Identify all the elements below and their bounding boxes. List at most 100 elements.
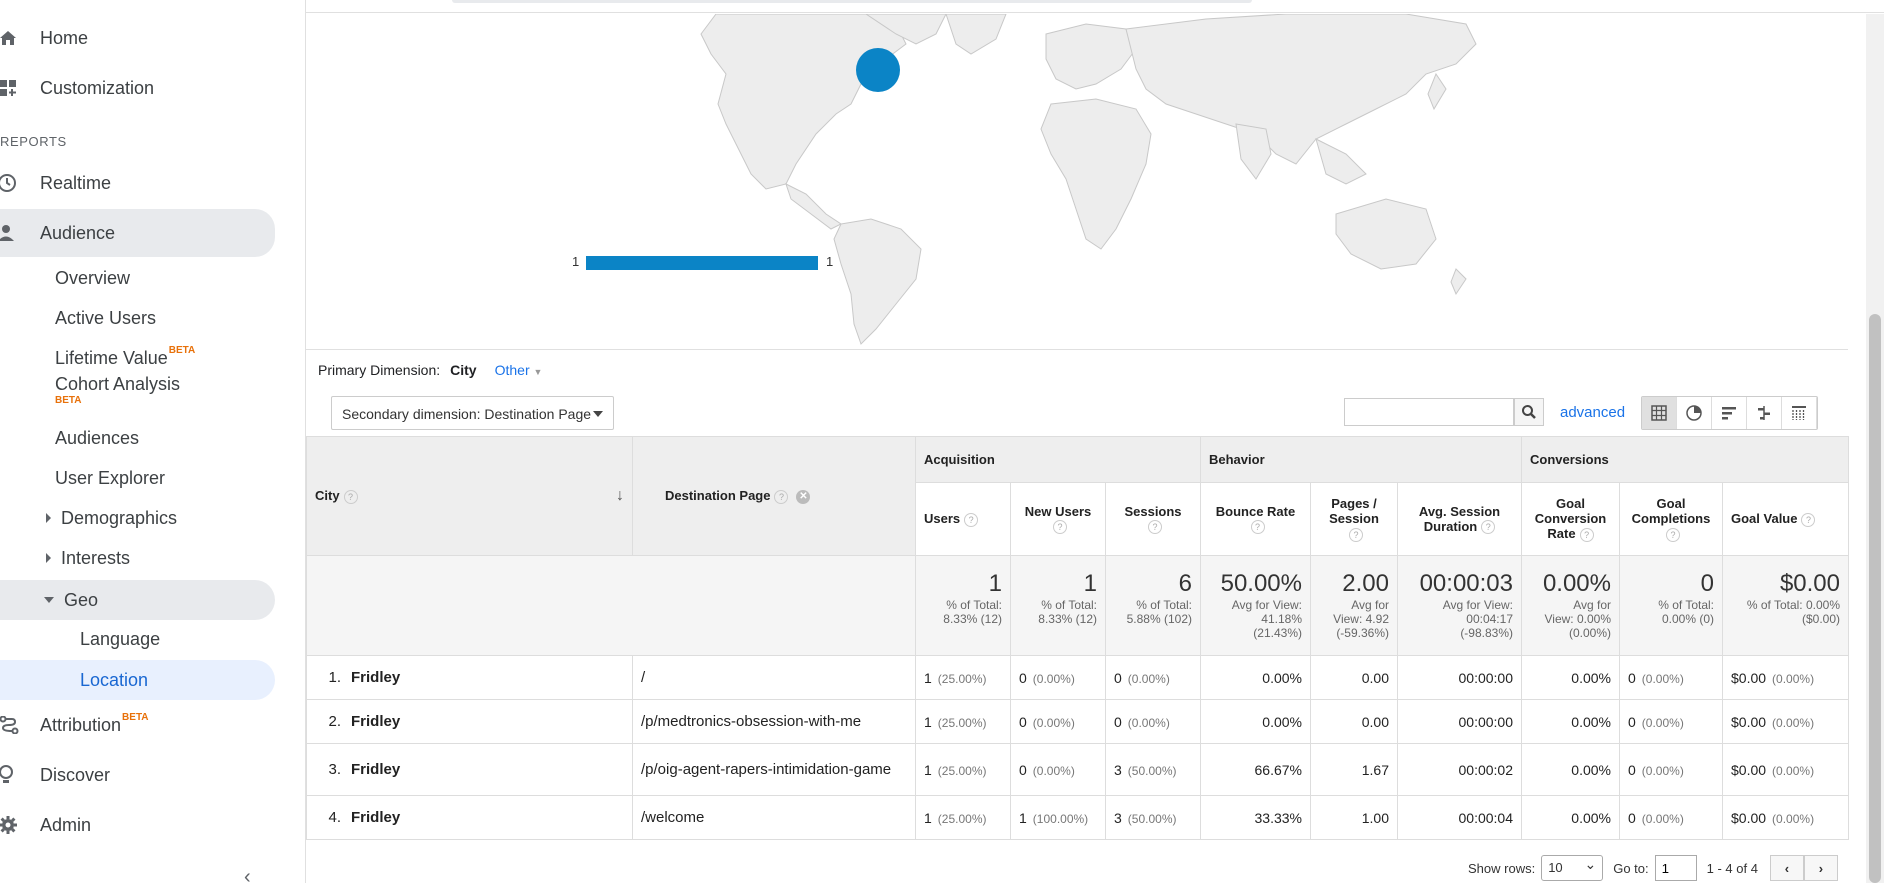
help-icon[interactable]: ? (1053, 520, 1067, 535)
primary-dimension-other[interactable]: Other ▼ (495, 362, 543, 378)
help-icon[interactable]: ? (964, 512, 979, 527)
performance-view-button[interactable] (1712, 397, 1747, 429)
city-cell[interactable]: 4. Fridley (306, 795, 633, 840)
goal-completions-cell: 0 (0.00%) (1619, 743, 1723, 796)
geo-map[interactable]: 1 1 (306, 13, 1848, 350)
destination-column-header[interactable]: Destination Page? ✕ (632, 436, 916, 556)
destination-cell[interactable]: /p/oig-agent-rapers-intimidation-game (632, 743, 916, 796)
city-link[interactable]: Fridley (351, 713, 400, 730)
goal-conversion-column-header[interactable]: Goal Conversion Rate? (1521, 482, 1620, 556)
primary-dimension-city[interactable]: City (450, 362, 476, 378)
scrollbar-thumb[interactable] (1869, 314, 1881, 883)
acquisition-group-header: Acquisition (915, 436, 1201, 483)
totals-label-cell (306, 555, 916, 656)
nav-location[interactable]: Location (0, 660, 275, 700)
table-row[interactable]: 4. Fridley /welcome 1 (25.00%) 1 (100.00%) … (306, 795, 1849, 840)
users-column-header[interactable]: Users? (915, 482, 1011, 556)
next-page-button[interactable]: › (1803, 855, 1838, 881)
nav-home[interactable]: Home (0, 18, 275, 58)
goal-completions-cell: 0 (0.00%) (1619, 795, 1723, 840)
city-link[interactable]: Fridley (351, 809, 400, 826)
location-bubble[interactable] (856, 48, 900, 92)
nav-audience[interactable]: Audience (0, 209, 275, 257)
nav-discover[interactable]: Discover (0, 755, 275, 795)
remove-dimension-icon[interactable]: ✕ (796, 489, 811, 504)
destination-page-link[interactable]: /p/medtronics-obsession-with-me (641, 713, 861, 730)
help-icon[interactable]: ? (343, 489, 358, 504)
nav-demographics[interactable]: Demographics (46, 500, 177, 536)
sessions-column-header[interactable]: Sessions? (1105, 482, 1201, 556)
city-cell[interactable]: 3. Fridley (306, 743, 633, 796)
nav-interests[interactable]: Interests (46, 540, 130, 576)
help-icon[interactable]: ? (1481, 520, 1496, 535)
comparison-view-button[interactable] (1747, 397, 1782, 429)
page-scrollbar[interactable] (1866, 14, 1884, 883)
goal-conversion-cell: 0.00% (1521, 699, 1620, 744)
destination-cell[interactable]: / (632, 655, 916, 700)
nav-overview[interactable]: Overview (55, 260, 130, 296)
sessions-cell: 0 (0.00%) (1105, 655, 1201, 700)
gear-icon (0, 815, 40, 835)
nav-cohort-analysis[interactable]: Cohort Analysis BETA (55, 374, 180, 414)
new-users-cell: 0 (0.00%) (1010, 655, 1106, 700)
destination-cell[interactable]: /welcome (632, 795, 916, 840)
city-column-header[interactable]: City? ↓ (306, 436, 633, 556)
prev-page-button[interactable]: ‹ (1769, 855, 1804, 881)
pie-view-button[interactable] (1677, 397, 1712, 429)
destination-page-link[interactable]: /welcome (641, 809, 704, 826)
help-icon[interactable]: ? (1250, 520, 1265, 535)
goal-conversion-cell: 0.00% (1521, 795, 1620, 840)
help-icon[interactable]: ? (1349, 527, 1363, 542)
table-row[interactable]: 3. Fridley /p/oig-agent-rapers-intimidati… (306, 743, 1849, 796)
nav-attribution[interactable]: Attribution BETA (0, 705, 275, 745)
secondary-dimension-select[interactable]: Secondary dimension: Destination Page (331, 396, 614, 430)
help-icon[interactable]: ? (1666, 527, 1680, 542)
rows-per-page-select[interactable]: 10 (1541, 855, 1604, 881)
goal-value-column-header[interactable]: Goal Value? (1722, 482, 1849, 556)
table-row[interactable]: 1. Fridley / 1 (25.00%) 0 (0.00%) 0 (0.00%) … (306, 655, 1849, 700)
nav-geo[interactable]: Geo (0, 580, 275, 620)
advanced-filter-link[interactable]: advanced (1560, 404, 1625, 421)
total-users-value: 1 (988, 570, 1002, 597)
help-icon[interactable]: ? (1579, 527, 1594, 542)
nav-active-users[interactable]: Active Users (55, 300, 156, 336)
nav-customization[interactable]: Customization (0, 68, 275, 108)
nav-realtime[interactable]: Realtime (0, 163, 275, 203)
sort-down-icon[interactable]: ↓ (616, 487, 624, 505)
new-users-percent: (0.00%) (1032, 715, 1075, 730)
chevron-left-icon: ‹ (1784, 860, 1790, 876)
beta-badge: BETA (122, 711, 149, 723)
destination-page-link[interactable]: / (641, 669, 645, 686)
avg-duration-cell: 00:00:00 (1397, 699, 1522, 744)
nav-language[interactable]: Language (80, 621, 160, 657)
goto-page-input[interactable] (1654, 855, 1697, 881)
destination-page-link[interactable]: /p/oig-agent-rapers-intimidation-game (641, 761, 891, 778)
total-new-users-detail: 8.33% (12) (1038, 612, 1097, 626)
nav-audiences[interactable]: Audiences (55, 420, 139, 456)
help-icon[interactable]: ? (1148, 520, 1162, 535)
nav-user-explorer[interactable]: User Explorer (55, 460, 165, 496)
avg-duration-column-header[interactable]: Avg. Session Duration? (1397, 482, 1522, 556)
new-users-column-header[interactable]: New Users? (1010, 482, 1106, 556)
destination-cell[interactable]: /p/medtronics-obsession-with-me (632, 699, 916, 744)
city-link[interactable]: Fridley (351, 761, 400, 778)
bounce-rate-column-header[interactable]: Bounce Rate? (1200, 482, 1311, 556)
goal-completions-column-header[interactable]: Goal Completions? (1619, 482, 1723, 556)
report-table: City? ↓ Destination Page? ✕ Acquisition Be… (306, 436, 1849, 840)
table-row[interactable]: 2. Fridley /p/medtronics-obsession-with-m… (306, 699, 1849, 744)
search-button[interactable] (1514, 398, 1544, 426)
nav-lifetime-value[interactable]: Lifetime Value BETA (55, 340, 195, 376)
city-link[interactable]: Fridley (351, 669, 400, 686)
pages-session-column-header[interactable]: Pages / Session? (1310, 482, 1398, 556)
city-cell[interactable]: 2. Fridley (306, 699, 633, 744)
table-view-button[interactable] (1642, 397, 1677, 429)
total-pages-value: 2.00 (1342, 570, 1389, 597)
goal-value-cell: $0.00 (0.00%) (1722, 655, 1849, 700)
collapse-sidebar-button[interactable]: ‹ (244, 866, 251, 889)
help-icon[interactable]: ? (1801, 512, 1816, 527)
city-cell[interactable]: 1. Fridley (306, 655, 633, 700)
help-icon[interactable]: ? (774, 489, 789, 504)
table-search-input[interactable] (1344, 398, 1514, 426)
pivot-view-button[interactable] (1782, 397, 1817, 429)
nav-admin[interactable]: Admin (0, 805, 275, 845)
